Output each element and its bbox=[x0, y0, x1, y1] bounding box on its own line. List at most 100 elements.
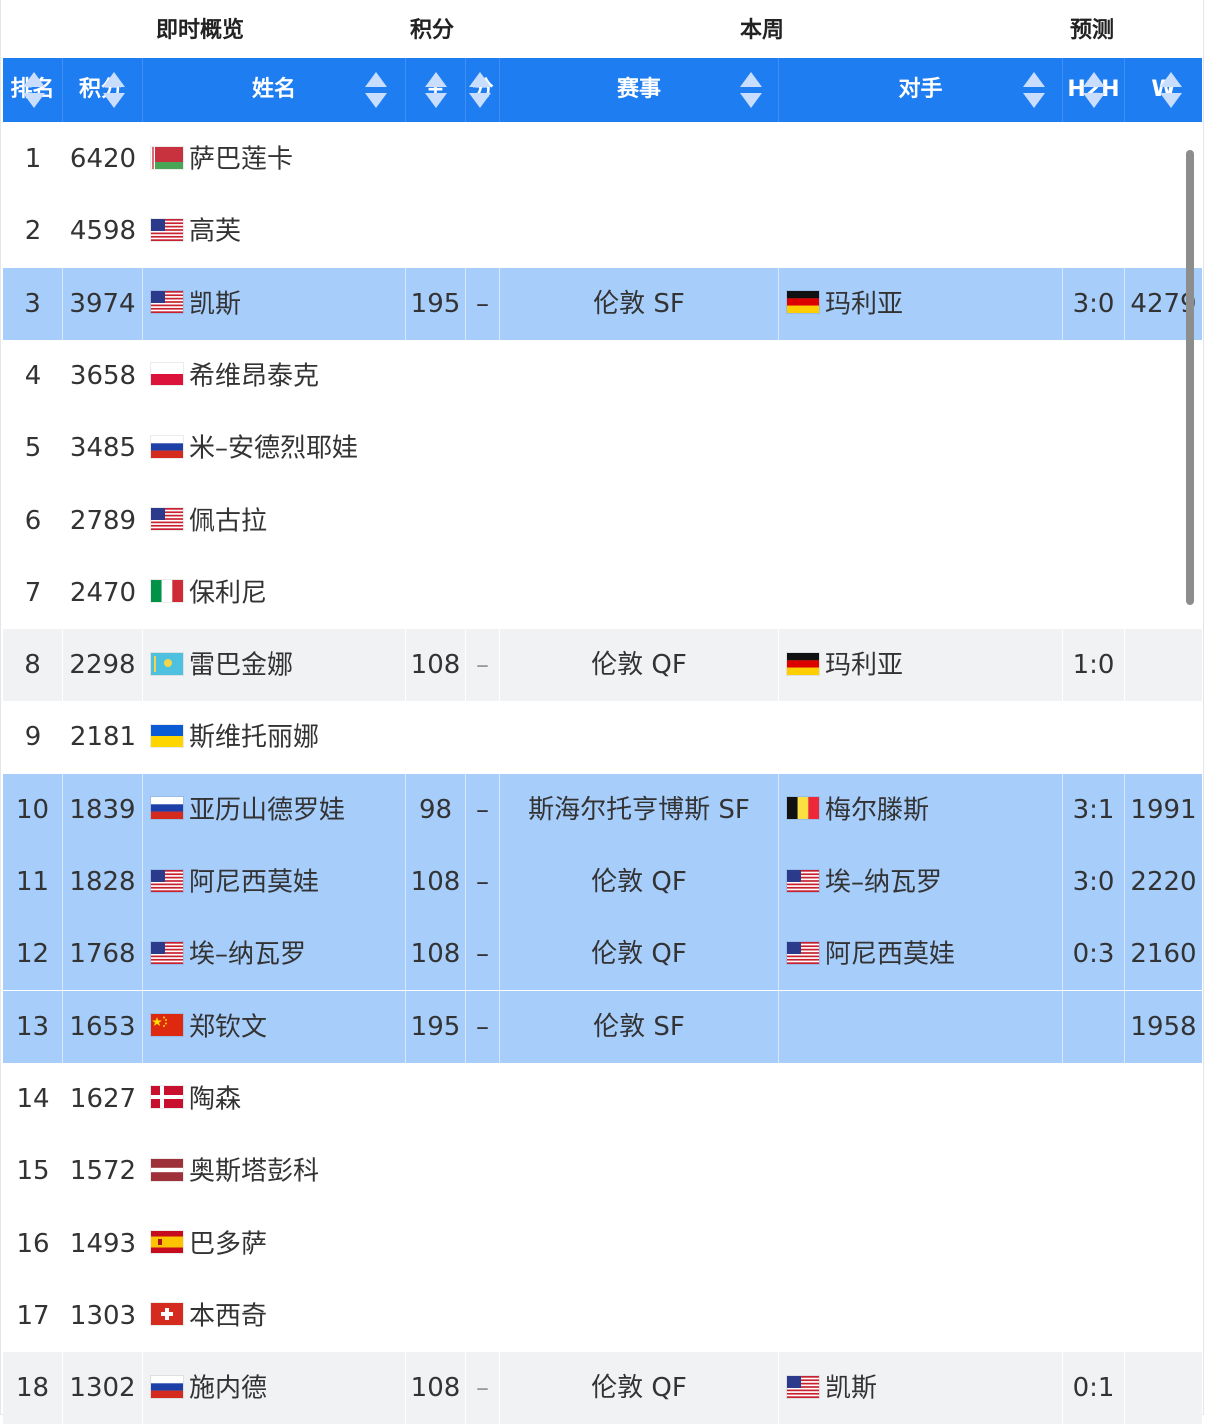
sort-minus-icon[interactable] bbox=[467, 68, 493, 112]
event-cell bbox=[500, 123, 779, 195]
points-cell: 4598 bbox=[69, 216, 137, 247]
player-name: 希维昂泰克 bbox=[189, 361, 320, 392]
player-cell[interactable]: 希维昂泰克 bbox=[143, 340, 406, 412]
table-row[interactable]: 1 6420 萨巴莲卡 bbox=[3, 123, 1202, 195]
added-points-cell bbox=[406, 485, 466, 557]
group-header-overview: 即时概览 bbox=[156, 18, 245, 43]
player-cell[interactable]: 亚历山德罗娃 bbox=[143, 773, 406, 846]
usa-flag-icon bbox=[787, 869, 819, 892]
rank-cell: 10 bbox=[3, 773, 63, 846]
h2h-cell bbox=[1063, 1135, 1125, 1207]
table-row[interactable]: 6 2789 佩古拉 bbox=[3, 485, 1202, 557]
denmark-flag-icon bbox=[151, 1086, 183, 1109]
event-cell: 伦敦 QF bbox=[500, 629, 779, 702]
table-row[interactable]: 8 2298 雷巴金娜 108– 伦敦 QF 玛利亚 1:0 bbox=[3, 629, 1202, 702]
table-row[interactable]: 4 3658 希维昂泰克 bbox=[3, 340, 1202, 412]
player-cell[interactable]: 斯维托丽娜 bbox=[143, 701, 406, 773]
player-cell[interactable]: 陶森 bbox=[143, 1063, 406, 1135]
h2h-cell bbox=[1063, 1208, 1125, 1280]
player-name: 斯维托丽娜 bbox=[189, 722, 320, 753]
added-points-cell: 108 bbox=[406, 629, 466, 702]
table-row[interactable]: 12 1768 埃–纳瓦罗 108– 伦敦 QF 阿尼西莫娃 0:3 2160 bbox=[3, 918, 1202, 991]
table-row[interactable]: 7 2470 保利尼 bbox=[3, 557, 1202, 629]
added-points-cell: 108 bbox=[406, 918, 466, 991]
opponent-cell bbox=[779, 701, 1063, 773]
added-points-cell: 98 bbox=[406, 773, 466, 846]
rank-cell: 7 bbox=[24, 577, 42, 608]
player-cell[interactable]: 巴多萨 bbox=[143, 1208, 406, 1280]
player-name: 凯斯 bbox=[189, 289, 242, 320]
points-cell: 3974 bbox=[63, 267, 143, 340]
table-row[interactable]: 5 3485 米–安德烈耶娃 bbox=[3, 412, 1202, 484]
player-cell[interactable]: 奥斯塔彭科 bbox=[143, 1135, 406, 1207]
h2h-cell bbox=[1063, 340, 1125, 412]
table-row[interactable]: 14 1627 陶森 bbox=[3, 1063, 1202, 1135]
player-name: 陶森 bbox=[189, 1084, 242, 1115]
table-row[interactable]: 2 4598 高芙 bbox=[3, 195, 1202, 267]
table-row[interactable]: 16 1493 巴多萨 bbox=[3, 1208, 1202, 1280]
player-cell[interactable]: 凯斯 bbox=[143, 267, 406, 340]
sort-added-icon[interactable] bbox=[423, 68, 449, 112]
h2h-cell bbox=[1063, 1063, 1125, 1135]
usa-flag-icon bbox=[787, 1375, 819, 1398]
event-cell: 伦敦 QF bbox=[500, 1352, 779, 1425]
minus-points-cell: – bbox=[466, 1352, 500, 1425]
player-name: 阿尼西莫娃 bbox=[189, 867, 320, 898]
player-cell[interactable]: 高芙 bbox=[143, 195, 406, 267]
sort-w-icon[interactable] bbox=[1158, 68, 1184, 112]
player-cell[interactable]: 萨巴莲卡 bbox=[143, 123, 406, 195]
player-cell[interactable]: 本西奇 bbox=[143, 1280, 406, 1352]
col-header-opponent-label: 对手 bbox=[898, 77, 943, 102]
player-name: 保利尼 bbox=[189, 578, 268, 609]
sort-name-icon[interactable] bbox=[363, 68, 389, 112]
opponent-cell: 凯斯 bbox=[779, 1352, 1063, 1425]
points-cell: 3485 bbox=[69, 433, 137, 464]
player-cell[interactable]: 埃–纳瓦罗 bbox=[143, 918, 406, 991]
points-cell: 1768 bbox=[63, 918, 143, 991]
table-row[interactable]: 15 1572 奥斯塔彭科 bbox=[3, 1135, 1202, 1207]
minus-points-cell bbox=[466, 485, 500, 557]
minus-points-cell bbox=[466, 1208, 500, 1280]
player-cell[interactable]: 施内德 bbox=[143, 1352, 406, 1425]
opponent-cell: 玛利亚 bbox=[779, 629, 1063, 702]
table-row[interactable]: 13 1653 郑钦文 195– 伦敦 SF 1958 bbox=[3, 990, 1202, 1063]
player-name: 高芙 bbox=[189, 216, 242, 247]
table-row[interactable]: 9 2181 斯维托丽娜 bbox=[3, 701, 1202, 773]
player-cell[interactable]: 郑钦文 bbox=[143, 990, 406, 1063]
table-row[interactable]: 11 1828 阿尼西莫娃 108– 伦敦 QF 埃–纳瓦罗 3:0 2220 bbox=[3, 846, 1202, 918]
event-cell bbox=[500, 1135, 779, 1207]
table-row[interactable]: 3 3974 凯斯 195– 伦敦 SF 玛利亚 3:0 4279 bbox=[3, 267, 1202, 340]
win-forecast-cell bbox=[1125, 629, 1202, 701]
sort-rank-icon[interactable] bbox=[21, 68, 47, 112]
sort-h2h-icon[interactable] bbox=[1081, 68, 1107, 112]
opponent-cell bbox=[779, 340, 1063, 412]
event-cell bbox=[500, 195, 779, 267]
opponent-name: 阿尼西莫娃 bbox=[825, 939, 956, 970]
table-row[interactable]: 17 1303 本西奇 bbox=[3, 1280, 1202, 1352]
russia-flag-icon bbox=[151, 1375, 183, 1398]
sort-event-icon[interactable] bbox=[738, 68, 764, 112]
player-name: 米–安德烈耶娃 bbox=[189, 433, 359, 464]
vertical-scrollbar[interactable] bbox=[1186, 150, 1194, 605]
points-cell: 1627 bbox=[69, 1083, 137, 1114]
ukraine-flag-icon bbox=[151, 724, 183, 747]
table-row[interactable]: 18 1302 施内德 108– 伦敦 QF 凯斯 0:1 bbox=[3, 1352, 1202, 1425]
rank-cell: 5 bbox=[24, 433, 42, 464]
table-row[interactable]: 10 1839 亚历山德罗娃 98– 斯海尔托亨博斯 SF 梅尔滕斯 3:1 1991 bbox=[3, 773, 1202, 846]
player-cell[interactable]: 阿尼西莫娃 bbox=[143, 846, 406, 918]
player-cell[interactable]: 佩古拉 bbox=[143, 485, 406, 557]
poland-flag-icon bbox=[151, 363, 183, 386]
player-cell[interactable]: 雷巴金娜 bbox=[143, 629, 406, 702]
sort-points-icon[interactable] bbox=[101, 68, 127, 112]
minus-points-cell: – bbox=[466, 629, 500, 702]
rank-cell: 15 bbox=[16, 1156, 50, 1187]
points-cell: 2789 bbox=[69, 505, 137, 536]
player-cell[interactable]: 米–安德烈耶娃 bbox=[143, 412, 406, 484]
kazakhstan-flag-icon bbox=[151, 652, 183, 675]
added-points-cell: 108 bbox=[406, 1352, 466, 1425]
sort-opponent-icon[interactable] bbox=[1021, 68, 1047, 112]
minus-points-cell bbox=[466, 701, 500, 773]
player-cell[interactable]: 保利尼 bbox=[143, 557, 406, 629]
added-points-cell bbox=[406, 1063, 466, 1135]
opponent-cell: 梅尔滕斯 bbox=[779, 773, 1063, 846]
